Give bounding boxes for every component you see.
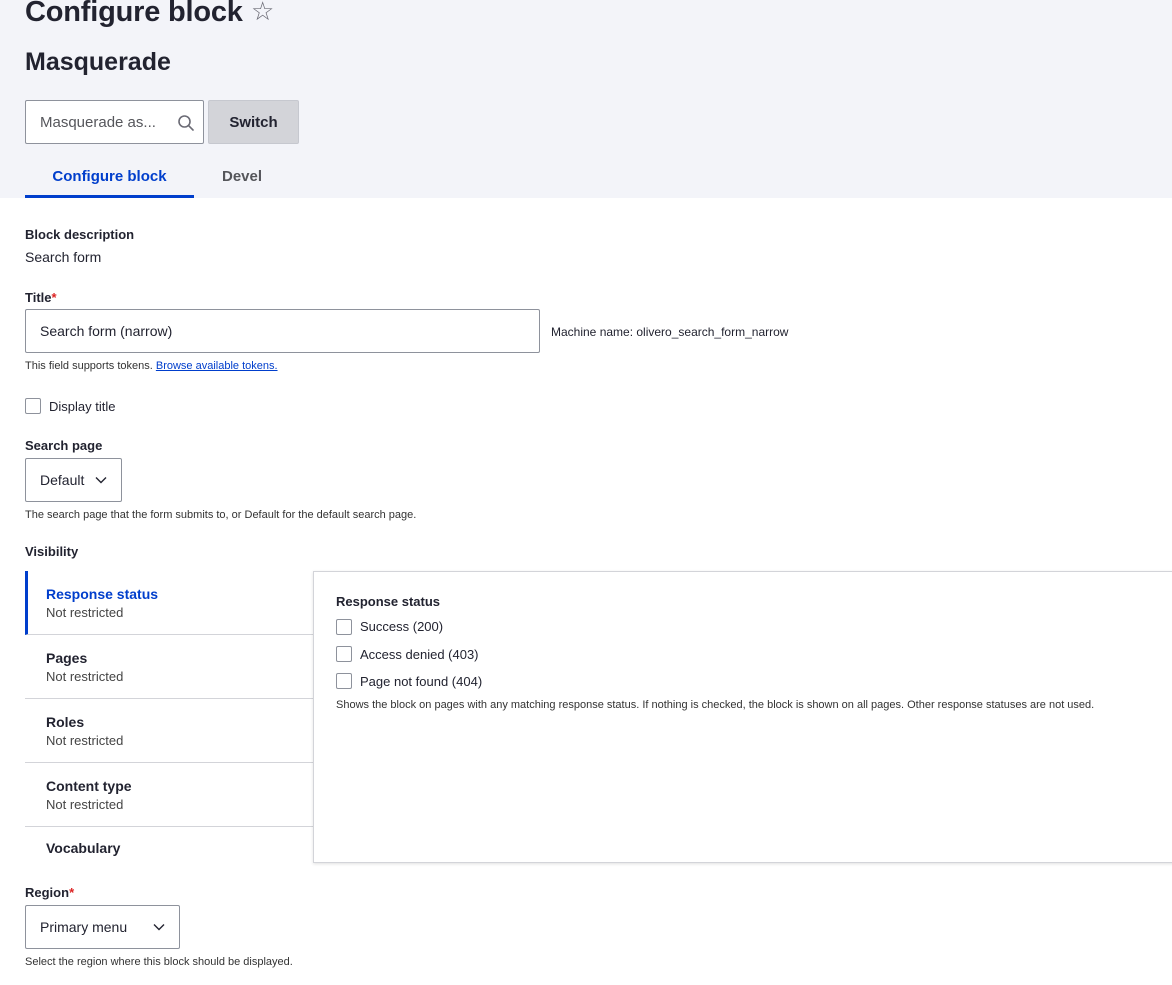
vtab-roles[interactable]: Roles Not restricted — [25, 699, 314, 763]
region-select[interactable]: Primary menu — [25, 905, 180, 949]
title-field[interactable] — [25, 309, 540, 353]
star-icon[interactable]: ☆ — [251, 0, 274, 27]
vtab-title: Pages — [46, 650, 88, 666]
access-denied-403-label: Access denied (403) — [360, 647, 479, 662]
chevron-down-icon — [95, 477, 107, 484]
display-title-label: Display title — [49, 399, 116, 414]
region-label: Region* — [25, 885, 74, 901]
region-label-text: Region — [25, 885, 70, 900]
visibility-label: Visibility — [25, 544, 79, 559]
page-not-found-404-label: Page not found (404) — [360, 674, 483, 689]
machine-name: Machine name: olivero_search_form_narrow — [551, 325, 789, 339]
vtab-title: Roles — [46, 714, 85, 730]
success-200-checkbox[interactable] — [336, 619, 352, 635]
vtab-summary: Not restricted — [46, 733, 124, 748]
chevron-down-icon — [153, 924, 165, 931]
search-page-value: Default — [40, 472, 85, 488]
vtab-vocabulary[interactable]: Vocabulary — [25, 827, 314, 867]
response-status-heading: Response status — [336, 594, 441, 609]
response-status-help: Shows the block on pages with any matchi… — [336, 699, 1095, 711]
switch-button[interactable]: Switch — [208, 100, 299, 144]
page-header: Configure block ☆ Masquerade Switch Conf… — [0, 0, 1172, 198]
vtab-title: Vocabulary — [46, 840, 121, 856]
search-page-select[interactable]: Default — [25, 458, 122, 502]
region-help: Select the region where this block shoul… — [25, 956, 293, 968]
vtab-summary: Not restricted — [46, 797, 124, 812]
masquerade-heading: Masquerade — [25, 48, 171, 76]
vtab-pages[interactable]: Pages Not restricted — [25, 635, 314, 699]
response-status-pane: Response status Success (200) Access den… — [313, 571, 1172, 863]
vtab-summary: Not restricted — [46, 605, 124, 620]
block-description-label: Block description — [25, 227, 135, 242]
title-label-text: Title — [25, 290, 52, 305]
tokens-help-text: This field supports tokens. — [25, 360, 153, 372]
region-value: Primary menu — [40, 919, 128, 935]
required-marker: * — [69, 885, 75, 900]
vtab-title: Response status — [46, 586, 159, 602]
masquerade-search-field[interactable] — [25, 100, 204, 144]
display-title-checkbox[interactable] — [25, 398, 41, 414]
block-description-value: Search form — [25, 249, 102, 265]
success-200-label: Success (200) — [360, 619, 444, 634]
access-denied-403-checkbox[interactable] — [336, 646, 352, 662]
browse-tokens-link[interactable]: Browse available tokens. — [156, 360, 278, 372]
masquerade-input[interactable] — [26, 101, 171, 143]
page-title: Configure block — [25, 0, 243, 28]
page-not-found-404-checkbox[interactable] — [336, 673, 352, 689]
search-page-help: The search page that the form submits to… — [25, 509, 417, 521]
required-marker: * — [51, 290, 57, 305]
title-input[interactable] — [26, 310, 539, 352]
vtab-content-type[interactable]: Content type Not restricted — [25, 763, 314, 827]
vtab-response-status[interactable]: Response status Not restricted — [25, 571, 314, 635]
vtab-title: Content type — [46, 778, 132, 794]
title-label: Title* — [25, 290, 57, 306]
tokens-help: This field supports tokens. Browse avail… — [25, 359, 278, 373]
vtab-summary: Not restricted — [46, 669, 124, 684]
tab-configure-block[interactable]: Configure block — [25, 158, 194, 198]
visibility-vertical-tabs: Response status Not restricted Pages Not… — [25, 571, 314, 867]
tab-devel[interactable]: Devel — [194, 158, 290, 198]
search-icon — [178, 115, 194, 131]
search-page-label: Search page — [25, 438, 103, 453]
